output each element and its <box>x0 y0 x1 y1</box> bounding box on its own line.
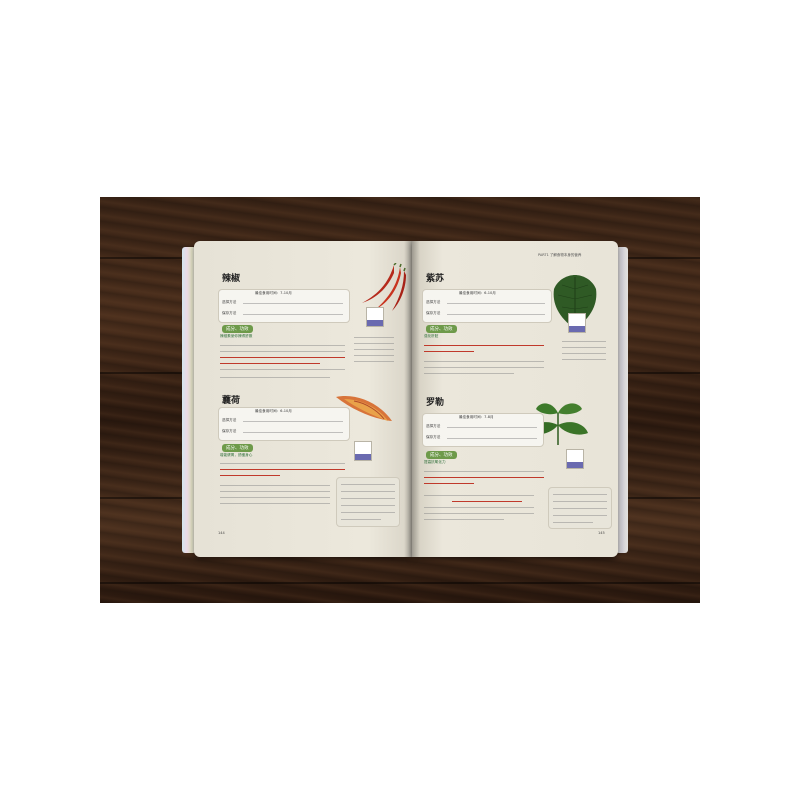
title-perilla: 紫苏 <box>426 274 445 284</box>
text-line <box>424 513 534 514</box>
text-line <box>424 373 514 374</box>
title-basil: 罗勒 <box>426 398 445 408</box>
text-line <box>424 361 544 362</box>
best-season-chili: 最佳食用时间：7-10月 <box>255 291 292 295</box>
store-method-chili: 保存方法 <box>222 311 237 315</box>
title-chili: 辣椒 <box>222 274 241 284</box>
tag-components-perilla: 成分、功效 <box>426 325 457 333</box>
best-season-perilla: 最佳食用时间：6-10月 <box>459 291 496 295</box>
note-line <box>562 347 606 348</box>
select-method-perilla: 选择方法 <box>426 300 441 304</box>
page-number-left: 144 <box>218 531 225 535</box>
text-line <box>243 432 343 433</box>
right-page: PART1 了解食物本身的营养 紫苏 最佳食用时间：6-10月 选择方法 保存方… <box>412 241 618 557</box>
store-method-perilla: 保存方法 <box>426 311 441 315</box>
running-header: PART1 了解食物本身的营养 <box>538 253 582 257</box>
highlight-line <box>424 483 474 484</box>
plank-seam <box>100 582 700 584</box>
best-season-myoga: 最佳食用时间：6-10月 <box>255 409 292 413</box>
text-line <box>447 427 537 428</box>
text-line <box>220 497 330 498</box>
note-line <box>354 349 394 350</box>
highlight-line <box>452 501 522 502</box>
barcode-sticker <box>568 313 586 333</box>
text-line <box>447 303 545 304</box>
text-line <box>220 491 330 492</box>
text-line <box>220 377 330 378</box>
note-line <box>562 341 606 342</box>
select-method-chili: 选择方法 <box>222 300 237 304</box>
highlight-line <box>220 357 345 358</box>
note-line <box>562 353 606 354</box>
text-line <box>243 303 343 304</box>
sidebar-note-basil <box>548 487 612 529</box>
highlight-line <box>220 469 345 470</box>
text-line <box>424 519 504 520</box>
best-season-basil: 最佳食用时间：7-8月 <box>459 415 494 419</box>
open-book: 辣椒 最佳食用时间：7-10月 选择方法 保存方法 成分、功效 辣椒素使你辣得舒… <box>182 241 630 557</box>
title-myoga: 蘘荷 <box>222 396 241 406</box>
text-line <box>447 314 545 315</box>
text-line <box>220 345 345 346</box>
info-box-myoga: 最佳食用时间：6-10月 选择方法 保存方法 <box>218 407 350 441</box>
chili-pepper-image <box>362 263 406 311</box>
text-line <box>243 314 343 315</box>
tag-components-basil: 成分、功效 <box>426 451 457 459</box>
text-line <box>220 485 330 486</box>
subtitle-chili: 辣椒素使你辣得舒服 <box>220 334 253 338</box>
highlight-line <box>220 475 280 476</box>
note-line <box>354 361 394 362</box>
left-page: 辣椒 最佳食用时间：7-10月 选择方法 保存方法 成分、功效 辣椒素使你辣得舒… <box>194 241 412 557</box>
note-line <box>562 359 606 360</box>
subtitle-basil: 提高抗氧化力 <box>424 460 446 464</box>
store-method-basil: 保存方法 <box>426 435 441 439</box>
barcode-sticker <box>354 441 372 461</box>
info-box-basil: 最佳食用时间：7-8月 选择方法 保存方法 <box>422 413 544 447</box>
photo: 辣椒 最佳食用时间：7-10月 选择方法 保存方法 成分、功效 辣椒素使你辣得舒… <box>100 197 700 603</box>
tag-components-myoga: 成分、功效 <box>222 444 253 452</box>
text-line <box>220 351 345 352</box>
subtitle-myoga: 增能健胃，舒缓身心 <box>220 453 253 457</box>
sidebar-note-myoga <box>336 477 400 527</box>
text-line <box>447 438 537 439</box>
barcode-sticker <box>566 449 584 469</box>
highlight-line <box>424 345 544 346</box>
text-line <box>220 369 345 370</box>
note-line <box>354 337 394 338</box>
text-line <box>424 495 534 496</box>
note-line <box>354 355 394 356</box>
info-box-chili: 最佳食用时间：7-10月 选择方法 保存方法 <box>218 289 350 323</box>
highlight-line <box>424 351 474 352</box>
store-method-myoga: 保存方法 <box>222 429 237 433</box>
select-method-basil: 选择方法 <box>426 424 441 428</box>
text-line <box>424 367 544 368</box>
text-line <box>220 503 330 504</box>
subtitle-perilla: 强化肝脏 <box>424 334 439 338</box>
text-line <box>220 463 345 464</box>
note-line <box>354 343 394 344</box>
highlight-line <box>220 363 320 364</box>
text-line <box>424 471 544 472</box>
text-line <box>424 507 534 508</box>
book-gutter-shadow <box>404 241 420 557</box>
text-line <box>243 421 343 422</box>
tag-components-chili: 成分、功效 <box>222 325 253 333</box>
info-box-perilla: 最佳食用时间：6-10月 选择方法 保存方法 <box>422 289 552 323</box>
highlight-line <box>424 477 544 478</box>
select-method-myoga: 选择方法 <box>222 418 237 422</box>
page-number-right: 145 <box>598 531 605 535</box>
barcode-sticker <box>366 307 384 327</box>
